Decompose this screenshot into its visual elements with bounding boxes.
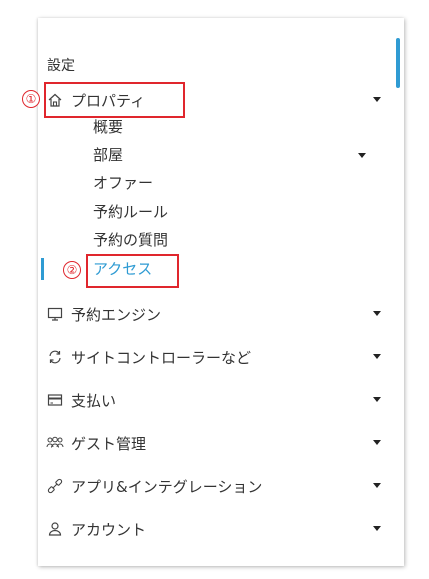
user-icon (46, 520, 64, 538)
chevron-down-icon[interactable] (358, 153, 366, 158)
monitor-icon (46, 305, 64, 323)
scrollbar-thumb[interactable] (396, 38, 400, 88)
chevron-down-icon[interactable] (373, 483, 381, 488)
sync-icon (46, 348, 64, 366)
sidebar-item-site-controller[interactable]: サイトコントローラーなど (43, 341, 393, 373)
active-indicator (41, 258, 44, 280)
chevron-down-icon[interactable] (373, 97, 381, 102)
submenu-overview[interactable]: 概要 (93, 116, 123, 137)
sidebar-item-booking-engine[interactable]: 予約エンジン (43, 298, 393, 330)
guests-icon (46, 434, 64, 452)
chevron-down-icon[interactable] (373, 311, 381, 316)
chevron-down-icon[interactable] (373, 354, 381, 359)
chevron-down-icon[interactable] (373, 397, 381, 402)
sidebar-item-label: サイトコントローラーなど (71, 348, 252, 367)
plug-icon (46, 477, 64, 495)
submenu-offers[interactable]: オファー (93, 172, 153, 193)
section-title: 設定 (47, 58, 75, 74)
sidebar-item-label: ゲスト管理 (71, 434, 147, 453)
sidebar-item-label: アプリ&インテグレーション (71, 477, 263, 496)
sidebar-item-label: プロパティ (71, 91, 146, 110)
sidebar-item-label: 予約エンジン (71, 305, 162, 324)
sidebar-item-apps-integrations[interactable]: アプリ&インテグレーション (43, 470, 393, 502)
sidebar-item-label: アカウント (71, 520, 147, 539)
sidebar-item-property[interactable]: プロパティ (43, 84, 393, 116)
sidebar-item-guest-management[interactable]: ゲスト管理 (43, 427, 393, 459)
credit-card-icon (46, 391, 64, 409)
sidebar-item-account[interactable]: アカウント (43, 513, 393, 545)
submenu-label: 部屋 (93, 146, 124, 164)
annotation-marker-1: ① (22, 90, 40, 108)
submenu-booking-questions[interactable]: 予約の質問 (93, 229, 168, 250)
sidebar-item-payments[interactable]: 支払い (43, 384, 393, 416)
submenu-rooms[interactable]: 部屋 (93, 144, 366, 165)
home-icon (46, 91, 64, 109)
submenu-booking-rules[interactable]: 予約ルール (93, 201, 168, 222)
sidebar-item-label: 支払い (71, 391, 117, 410)
submenu-access[interactable]: アクセス (93, 258, 152, 279)
chevron-down-icon[interactable] (373, 440, 381, 445)
chevron-down-icon[interactable] (373, 526, 381, 531)
annotation-marker-2: ② (63, 261, 81, 279)
